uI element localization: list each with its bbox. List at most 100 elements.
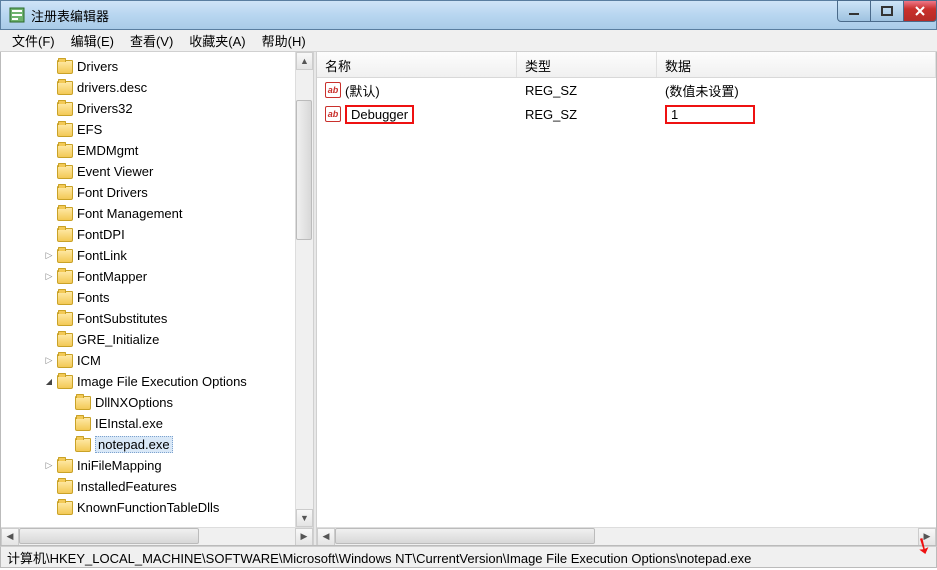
tree-item[interactable]: EFS [1,119,313,140]
tree-item[interactable]: DllNXOptions [1,392,313,413]
tree-item-label: FontSubstitutes [77,311,167,326]
menu-view[interactable]: 查看(V) [122,29,181,52]
scroll-thumb[interactable] [19,528,199,544]
tree-vertical-scrollbar[interactable]: ▲ ▼ [295,52,313,527]
reg-string-icon: ab [325,82,341,98]
tree-item[interactable]: FontLink [1,245,313,266]
column-header-type[interactable]: 类型 [517,52,657,77]
tree-item[interactable]: ICM [1,350,313,371]
tree-item[interactable]: FontSubstitutes [1,308,313,329]
value-data: 1 [665,105,755,124]
tree-item[interactable]: Image File Execution Options [1,371,313,392]
folder-icon [75,396,91,410]
tree-item[interactable]: Fonts [1,287,313,308]
tree-item[interactable]: Font Management [1,203,313,224]
close-button[interactable] [903,0,937,22]
tree-item-label: notepad.exe [95,436,173,453]
reg-string-icon: ab [325,106,341,122]
menu-favorites[interactable]: 收藏夹(A) [181,29,253,52]
content-area: Drivers drivers.desc Drivers32 EFS EMDMgmt Ev… [0,52,937,546]
tree-toggle-icon[interactable] [41,271,57,282]
tree-item-label: EMDMgmt [77,143,138,158]
folder-icon [57,270,73,284]
tree-item[interactable]: notepad.exe [1,434,313,455]
folder-icon [57,123,73,137]
tree-toggle-icon[interactable] [41,250,57,261]
scroll-thumb[interactable] [335,528,595,544]
value-row[interactable]: abDebugger REG_SZ 1 [317,102,936,126]
maximize-button[interactable] [870,0,904,22]
tree-item-label: DllNXOptions [95,395,173,410]
tree-item-label: IniFileMapping [77,458,162,473]
folder-icon [57,60,73,74]
tree-toggle-icon[interactable] [41,376,57,387]
statusbar: 计算机\HKEY_LOCAL_MACHINE\SOFTWARE\Microsof… [0,546,937,568]
tree-item-label: Event Viewer [77,164,153,179]
folder-icon [57,375,73,389]
tree-pane: Drivers drivers.desc Drivers32 EFS EMDMgmt Ev… [1,52,313,545]
tree-horizontal-scrollbar[interactable]: ◀ ▶ [1,527,313,545]
tree-item[interactable]: Font Drivers [1,182,313,203]
tree-toggle-icon[interactable] [41,355,57,366]
tree-item-label: drivers.desc [77,80,147,95]
value-type-cell: REG_SZ [517,107,657,122]
scroll-up-arrow-icon[interactable]: ▲ [296,52,313,70]
list-header: 名称 类型 数据 [317,52,936,78]
tree-item[interactable]: FontMapper [1,266,313,287]
tree-item-label: FontDPI [77,227,125,242]
tree-item[interactable]: IniFileMapping [1,455,313,476]
tree-item-label: Font Management [77,206,183,221]
folder-icon [75,438,91,452]
tree-item-label: Font Drivers [77,185,148,200]
tree-item[interactable]: IEInstal.exe [1,413,313,434]
value-type-cell: REG_SZ [517,83,657,98]
tree-item-label: Fonts [77,290,110,305]
tree-item[interactable]: KnownFunctionTableDlls [1,497,313,518]
folder-icon [57,480,73,494]
tree-item[interactable]: EMDMgmt [1,140,313,161]
folder-icon [57,186,73,200]
list-pane: 名称 类型 数据 ab(默认)REG_SZ(数值未设置)abDebuggerRE… [317,52,936,545]
tree-item-label: Drivers32 [77,101,133,116]
value-data-cell: (数值未设置) [657,81,936,100]
menu-help[interactable]: 帮助(H) [254,29,314,52]
scroll-left-arrow-icon[interactable]: ◀ [317,528,335,546]
tree-item[interactable]: Event Viewer [1,161,313,182]
column-header-name[interactable]: 名称 [317,52,517,77]
folder-icon [57,207,73,221]
tree-item[interactable]: Drivers32 [1,98,313,119]
tree-item-label: GRE_Initialize [77,332,159,347]
folder-icon [57,249,73,263]
scroll-down-arrow-icon[interactable]: ▼ [296,509,313,527]
value-data-cell: 1 [657,105,936,124]
scroll-right-arrow-icon[interactable]: ▶ [295,528,313,546]
registry-tree[interactable]: Drivers drivers.desc Drivers32 EFS EMDMgmt Ev… [1,52,313,527]
value-list[interactable]: ab(默认)REG_SZ(数值未设置)abDebuggerREG_SZ1 [317,78,936,126]
value-row[interactable]: ab(默认)REG_SZ(数值未设置) [317,78,936,102]
tree-item-label: Image File Execution Options [77,374,247,389]
value-name: (默认) [345,81,380,100]
tree-item[interactable]: GRE_Initialize [1,329,313,350]
value-name: Debugger [345,105,414,124]
scroll-thumb[interactable] [296,100,312,240]
tree-toggle-icon[interactable] [41,460,57,471]
menu-edit[interactable]: 编辑(E) [63,29,122,52]
tree-item[interactable]: Drivers [1,56,313,77]
window-title: 注册表编辑器 [31,6,109,25]
tree-item[interactable]: FontDPI [1,224,313,245]
column-header-data[interactable]: 数据 [657,52,936,77]
folder-icon [57,354,73,368]
tree-item-label: FontMapper [77,269,147,284]
menu-file[interactable]: 文件(F) [4,29,63,52]
value-name-cell: ab(默认) [317,81,517,100]
window-controls [837,1,936,22]
scroll-left-arrow-icon[interactable]: ◀ [1,528,19,546]
tree-item[interactable]: drivers.desc [1,77,313,98]
tree-item-label: FontLink [77,248,127,263]
tree-item[interactable]: InstalledFeatures [1,476,313,497]
minimize-button[interactable] [837,0,871,22]
titlebar[interactable]: 注册表编辑器 [0,0,937,30]
tree-item-label: IEInstal.exe [95,416,163,431]
folder-icon [57,228,73,242]
list-horizontal-scrollbar[interactable]: ◀ ▶ [317,527,936,545]
